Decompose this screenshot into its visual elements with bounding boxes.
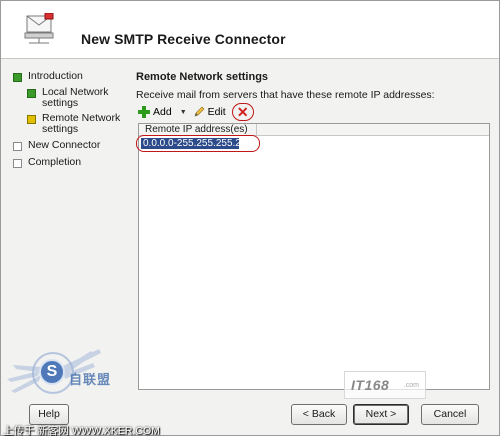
connector-icon (21, 12, 57, 45)
step-complete-icon (27, 89, 36, 98)
close-icon: ✕ (236, 104, 249, 120)
step-pending-icon (13, 142, 22, 151)
footer-text: 上传于 新客网 WWW.XKER.COM (3, 425, 160, 436)
wizard-title: New SMTP Receive Connector (81, 31, 286, 47)
section-description: Receive mail from servers that have thes… (136, 89, 435, 101)
pencil-icon (194, 106, 205, 117)
step-complete-icon (13, 73, 22, 82)
edit-label: Edit (207, 106, 226, 118)
step-label: Remote Network settings (42, 112, 121, 135)
add-button[interactable]: Add (138, 106, 172, 118)
step-pending-icon (13, 159, 22, 168)
step-label: Local Network settings (42, 86, 109, 109)
add-dropdown-icon[interactable]: ▼ (180, 109, 187, 116)
watermark-footer: 上传于 新客网 WWW.XKER.COM (1, 421, 500, 436)
cancel-label: Cancel (433, 408, 467, 420)
edit-button[interactable]: Edit (193, 106, 226, 118)
back-label: Back (311, 408, 336, 420)
step-label: Introduction (28, 70, 83, 82)
step-introduction[interactable]: Introduction (13, 71, 83, 82)
section-title: Remote Network settings (136, 71, 269, 83)
step-label: New Connector (28, 139, 101, 151)
step-new-connector[interactable]: New Connector (13, 140, 100, 151)
wizard-dialog: New SMTP Receive Connector Introduction … (0, 0, 500, 436)
step-current-icon (27, 115, 36, 124)
step-remote-network[interactable]: Remote Network settings (27, 113, 123, 135)
logo-sub: .com (403, 382, 419, 389)
step-completion[interactable]: Completion (13, 157, 81, 168)
add-label: Add (153, 106, 172, 118)
badge-text: 自联盟 (69, 372, 112, 387)
remote-ip-list[interactable]: Remote IP address(es) 0.0.0.0-255.255.25… (136, 123, 490, 390)
help-label: Help (38, 408, 60, 420)
next-label: Next (365, 408, 388, 420)
ip-toolbar: Add ▼ Edit ✕ (138, 103, 254, 121)
annotation-ring (136, 135, 260, 152)
badge-letter: S (39, 359, 65, 385)
add-icon (138, 106, 150, 118)
delete-button[interactable]: ✕ (231, 103, 254, 121)
wizard-header: New SMTP Receive Connector (1, 1, 499, 59)
step-local-network[interactable]: Local Network settings (27, 87, 123, 109)
logo-text: IT168 (351, 377, 390, 393)
step-label: Completion (28, 156, 82, 168)
list-item[interactable]: 0.0.0.0-255.255.255.255 (136, 135, 260, 152)
watermark-logo: IT168 .com (344, 371, 426, 399)
